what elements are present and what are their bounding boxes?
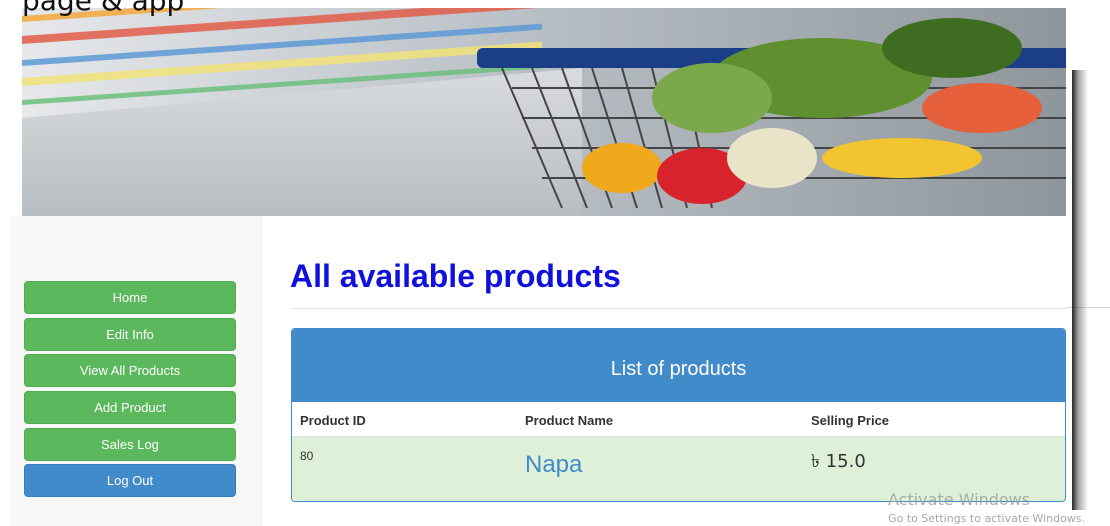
table-header: Product ID Product Name Selling Price — [292, 402, 1065, 437]
title-divider — [290, 308, 1066, 309]
logout-button[interactable]: Log Out — [24, 464, 236, 497]
sidebar-item-home[interactable]: Home — [24, 281, 236, 314]
product-name-link[interactable]: Napa — [525, 451, 582, 479]
sidebar-item-view-all-products[interactable]: View All Products — [24, 354, 236, 387]
page-edge-shadow — [1072, 70, 1088, 510]
panel-title: List of products — [292, 329, 1065, 402]
sidebar-item-edit-info[interactable]: Edit Info — [24, 318, 236, 351]
hero-banner-image — [22, 8, 1066, 216]
sidebar-item-add-product[interactable]: Add Product — [24, 391, 236, 424]
sidebar: Home Edit Info View All Products Add Pro… — [10, 216, 263, 526]
page: page & app Home Edit Info View All Produ… — [0, 0, 1110, 526]
activate-windows-watermark: Activate Windows — [888, 490, 1031, 509]
page-caption: page & app — [22, 0, 185, 17]
sidebar-item-sales-log[interactable]: Sales Log — [24, 428, 236, 461]
activate-windows-hint: Go to Settings to activate Windows. — [888, 512, 1086, 525]
product-id-cell: 80 — [300, 449, 314, 463]
products-panel: List of products Product ID Product Name… — [291, 328, 1066, 502]
column-header-selling-price: Selling Price — [811, 413, 890, 428]
page-title: All available products — [290, 258, 621, 294]
selling-price-cell: ৳ 15.0 — [811, 451, 866, 472]
column-header-product-name: Product Name — [525, 413, 614, 428]
column-header-product-id: Product ID — [300, 413, 366, 428]
